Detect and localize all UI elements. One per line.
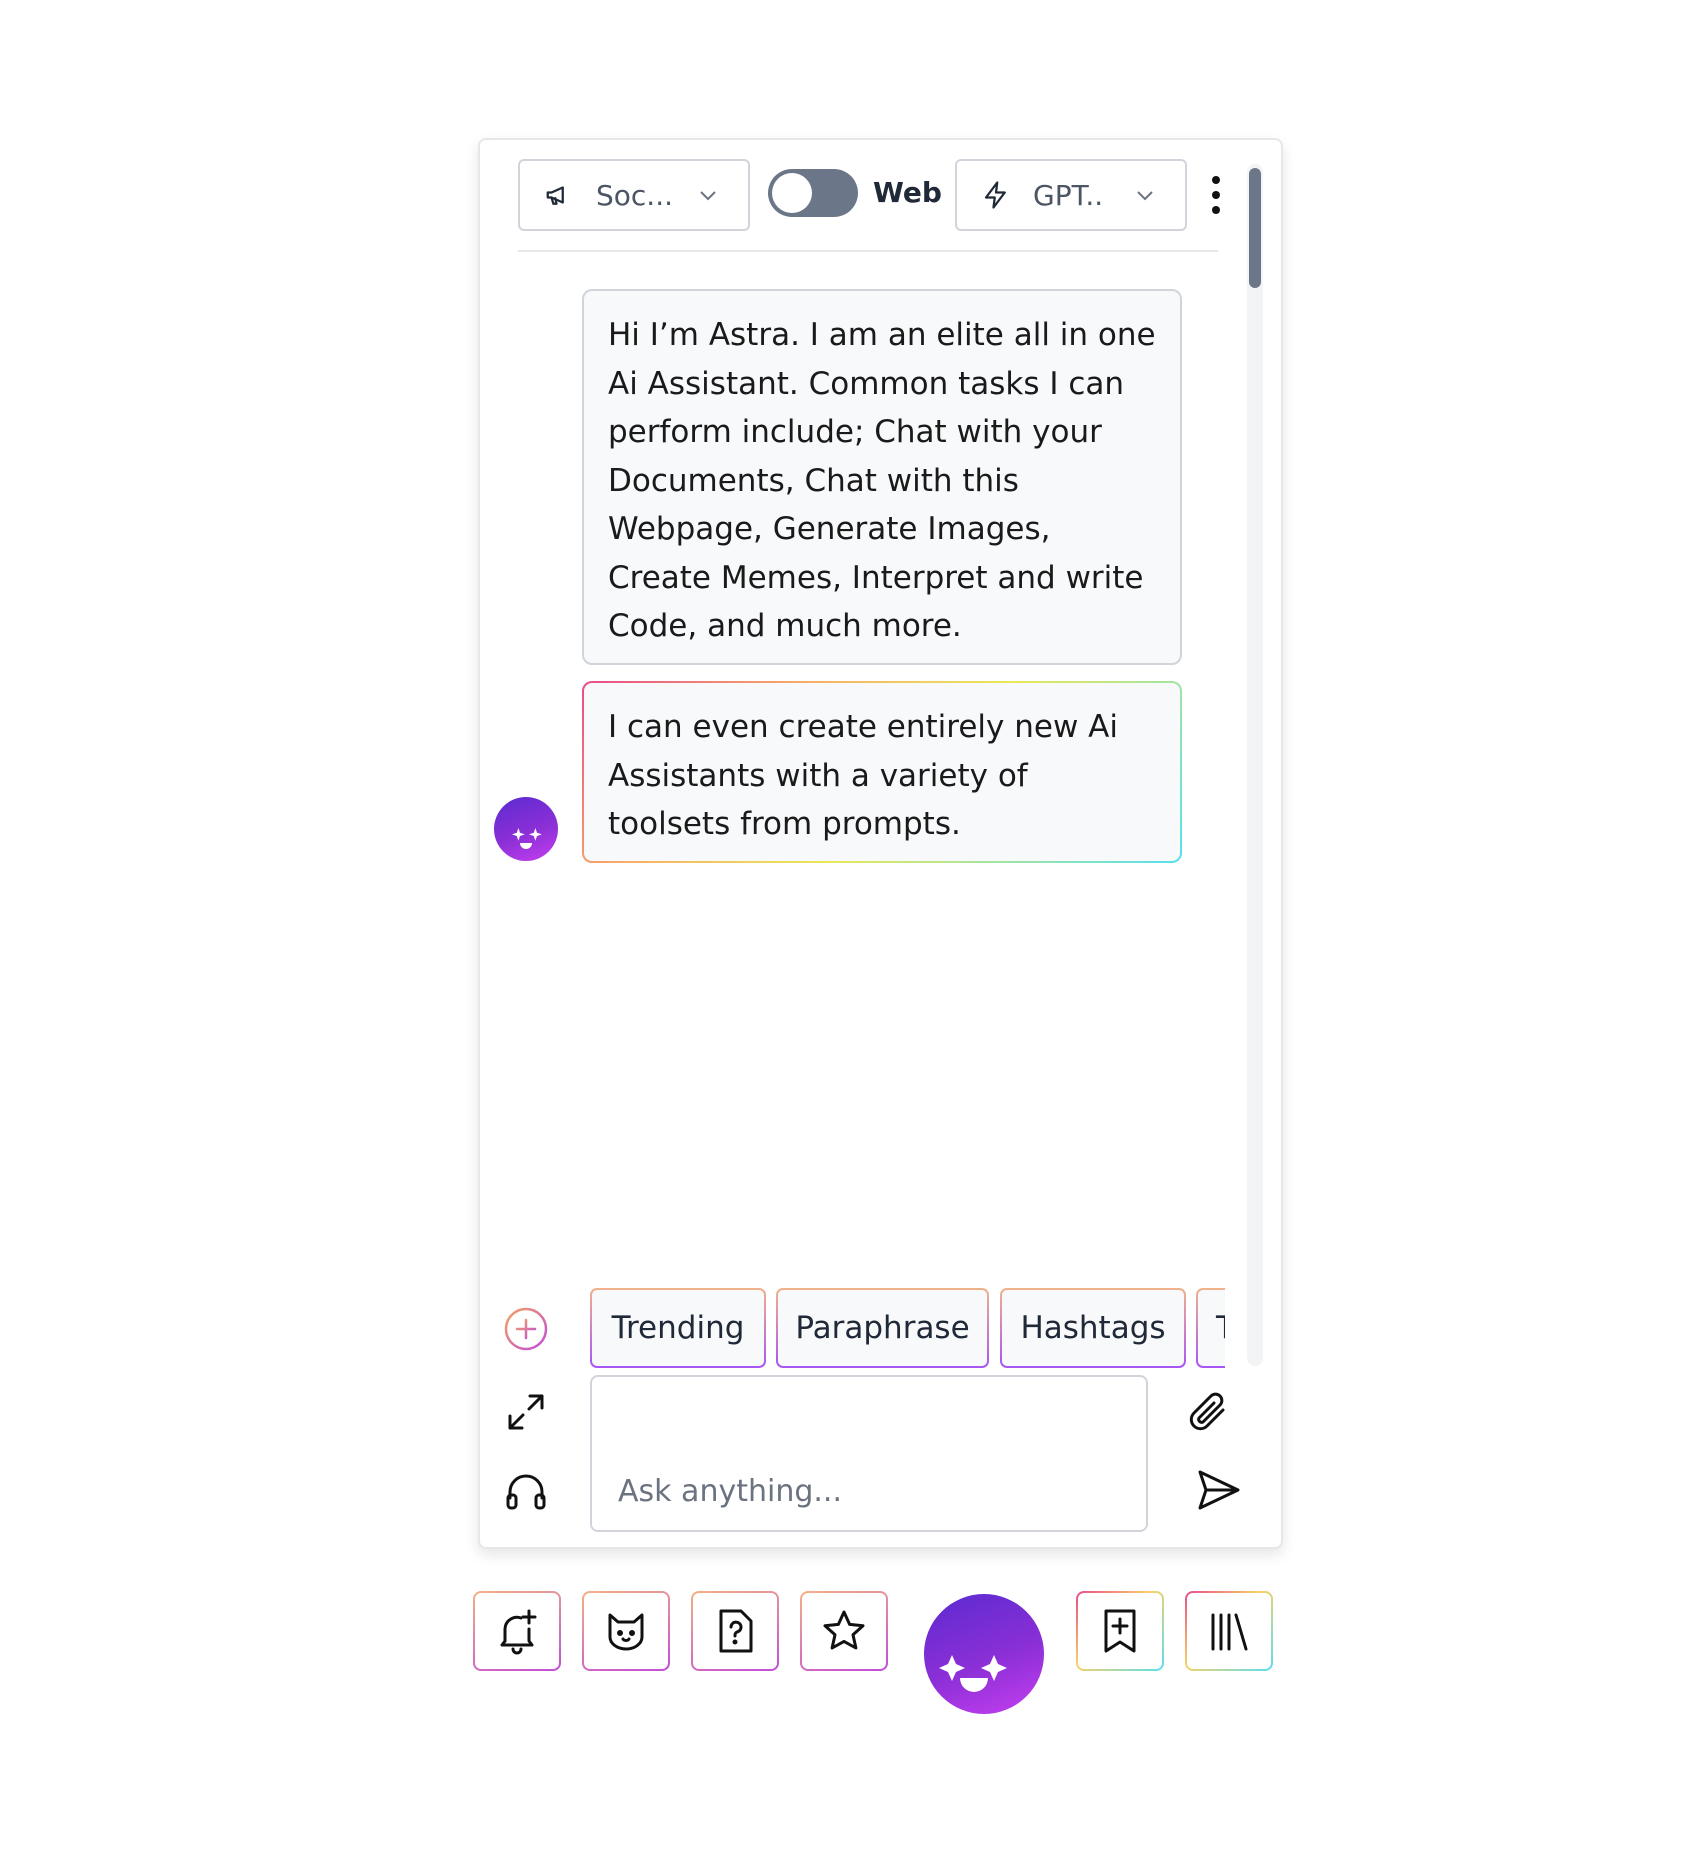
star-icon [823,1610,865,1650]
quick-prompt-chip[interactable]: Paraphrase [776,1288,989,1368]
quick-prompt-chip[interactable]: Trending [590,1288,766,1368]
quick-prompts: Trending Paraphrase Hashtags T [590,140,1225,1400]
headphones-icon[interactable] [502,1466,550,1514]
quick-prompt-chip[interactable]: T [1196,1288,1225,1368]
help-file-button[interactable] [691,1591,779,1671]
library-icon [1211,1613,1248,1651]
astra-launcher-button[interactable] [924,1594,1044,1714]
astra-face-icon [939,1655,1007,1692]
message-input-box[interactable] [590,1375,1148,1532]
bookmark-button[interactable] [1076,1591,1164,1671]
assistant-avatar [494,797,558,861]
cat-button[interactable] [582,1591,670,1671]
add-prompt-icon[interactable] [502,1305,550,1353]
message-input[interactable] [616,1473,1120,1510]
expand-icon[interactable] [502,1388,550,1436]
bookmark-plus-icon [1104,1609,1136,1653]
reminder-button[interactable] [473,1591,561,1671]
library-button[interactable] [1185,1591,1273,1671]
astra-face-icon [512,828,542,849]
scrollbar-thumb[interactable] [1249,168,1261,288]
paperclip-icon[interactable] [1185,1388,1233,1436]
quick-prompt-chip[interactable]: Hashtags [1000,1288,1186,1368]
bell-plus-icon [500,1609,537,1655]
help-file-icon [719,1609,753,1653]
chat-panel: Soc... Web GPT.. Hi I’m Astra. I am an e… [478,138,1283,1549]
cat-icon [608,1613,644,1651]
megaphone-icon [544,180,574,210]
scrollbar-track[interactable] [1247,164,1263,1366]
send-icon[interactable] [1194,1466,1242,1514]
favorites-button[interactable] [800,1591,888,1671]
